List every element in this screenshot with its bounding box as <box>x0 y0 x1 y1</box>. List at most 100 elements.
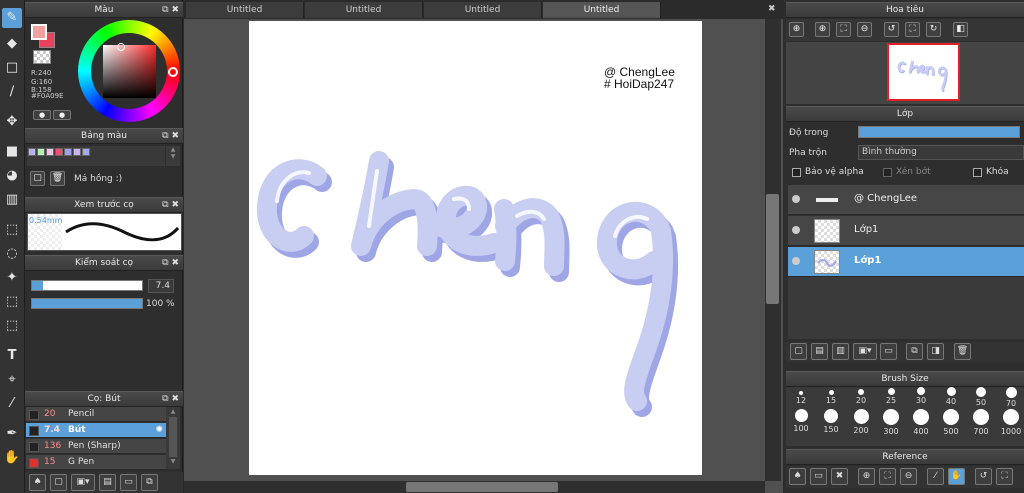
gradient-tool-icon[interactable]: ▥ <box>2 190 22 210</box>
document-tab[interactable]: Untitled <box>186 2 304 18</box>
brush-add-icon[interactable]: ♠ <box>29 474 46 491</box>
palette-swatch[interactable] <box>46 148 54 156</box>
add-layer-menu-icon[interactable]: ▣▾ <box>853 343 877 360</box>
document-tab-active[interactable]: Untitled <box>543 2 661 18</box>
brush-settings-icon[interactable]: ✺ <box>155 423 163 438</box>
brush-size-preset[interactable]: 70 <box>996 387 1024 408</box>
magic-wand-icon[interactable]: ✦ <box>2 268 22 288</box>
lock-checkbox[interactable] <box>973 168 982 177</box>
brush-size-slider[interactable] <box>31 280 143 291</box>
trash-icon[interactable]: 🗑 <box>50 171 65 186</box>
reference-add-icon[interactable]: ♠ <box>789 468 806 485</box>
drawing-canvas[interactable]: @ ChengLee # HoiDap247 <box>249 21 702 475</box>
move-tool-icon[interactable]: ✥ <box>2 112 22 132</box>
saturation-square[interactable] <box>103 45 156 98</box>
new-layer-8bit-icon[interactable]: ▤ <box>811 343 828 360</box>
palette-swatch[interactable] <box>82 148 90 156</box>
brush-edit-icon[interactable]: ▤ <box>99 474 116 491</box>
palette-swatch[interactable] <box>28 148 36 156</box>
reference-open-icon[interactable]: ▭ <box>810 468 827 485</box>
palette-swatch[interactable] <box>37 148 45 156</box>
layer-opacity-slider[interactable] <box>858 126 1020 138</box>
select-pen-icon[interactable]: ⬚ <box>2 292 22 312</box>
brush-size-preset[interactable]: 25 <box>876 387 906 405</box>
rect-select-icon[interactable]: ⬚ <box>2 220 22 240</box>
reference-rotate-icon[interactable]: ↺ <box>975 468 992 485</box>
blend-mode-select[interactable]: Bình thường <box>858 145 1024 160</box>
fill-rect-tool-icon[interactable]: ■ <box>2 142 22 162</box>
visibility-eye-icon[interactable] <box>792 226 800 234</box>
canvas-vertical-scrollbar[interactable] <box>765 19 781 481</box>
brush-size-preset[interactable]: 100 <box>786 409 816 433</box>
brush-size-preset[interactable]: 200 <box>846 409 876 435</box>
brush-folder-icon[interactable]: ▭ <box>120 474 137 491</box>
frame-tool-icon[interactable]: ⌖ <box>2 370 22 390</box>
fit-window-icon[interactable]: ⛶ <box>836 22 851 37</box>
brush-size-preset[interactable]: 20 <box>846 387 876 405</box>
clipping-checkbox[interactable] <box>883 168 892 177</box>
protect-alpha-checkbox[interactable] <box>792 168 801 177</box>
brush-list-item[interactable]: 136 Pen (Sharp) <box>26 439 166 454</box>
brush-size-preset[interactable]: 15 <box>816 387 846 405</box>
panel-controls-icon[interactable]: ⧉ ✖ <box>162 392 179 407</box>
reference-fit-icon[interactable]: ⛶ <box>879 468 896 485</box>
reference-zoom-out-icon[interactable]: ⊖ <box>900 468 917 485</box>
brush-list-item[interactable]: 7.4 Bút ✺ <box>26 423 166 438</box>
brush-size-preset[interactable]: 1000 <box>996 409 1024 436</box>
brush-size-value[interactable]: 7.4 <box>148 279 174 293</box>
new-layer-1bit-icon[interactable]: ▥ <box>832 343 849 360</box>
pen-tool-icon[interactable]: ✒ <box>2 424 22 444</box>
brush-size-preset[interactable]: 150 <box>816 409 846 434</box>
hue-cursor[interactable] <box>168 67 178 77</box>
text-tool-icon[interactable]: T <box>2 346 22 366</box>
foreground-swatch[interactable] <box>31 24 47 40</box>
duplicate-layer-icon[interactable]: ⧉ <box>906 343 923 360</box>
rotate-left-icon[interactable]: ↺ <box>884 22 899 37</box>
brush-size-preset[interactable]: 12 <box>786 387 816 405</box>
saturation-cursor[interactable] <box>117 43 125 51</box>
layer-folder-icon[interactable]: ▭ <box>880 343 897 360</box>
hand-tool-icon[interactable]: ✋ <box>2 448 22 468</box>
document-tab[interactable]: Untitled <box>424 2 542 18</box>
panel-controls-icon[interactable]: ⧉ ✖ <box>162 256 179 271</box>
transparent-swatch[interactable] <box>33 50 51 64</box>
select-eraser-icon[interactable]: ⬚ <box>2 316 22 336</box>
rect-tool-icon[interactable]: □ <box>2 58 22 78</box>
canvas-horizontal-scrollbar[interactable] <box>184 481 765 493</box>
new-layer-icon[interactable]: ▢ <box>790 343 807 360</box>
brush-size-preset[interactable]: 700 <box>966 409 996 436</box>
new-page-icon[interactable]: ▢ <box>30 171 45 186</box>
palette-swatch[interactable] <box>64 148 72 156</box>
brush-opacity-slider[interactable] <box>31 298 143 309</box>
color-mode-icon[interactable]: ● <box>33 110 51 120</box>
visibility-eye-icon[interactable] <box>792 257 800 265</box>
visibility-eye-icon[interactable] <box>792 195 800 203</box>
reference-fit-canvas-icon[interactable]: ⛶ <box>996 468 1013 485</box>
rotate-right-icon[interactable]: ↻ <box>926 22 941 37</box>
brush-tool-icon[interactable]: ✎ <box>2 8 22 28</box>
palette-scrollbar[interactable]: ▲ ▼ <box>166 146 180 166</box>
layer-row[interactable]: Lớp1 <box>788 247 1024 277</box>
fit-canvas-icon[interactable]: ⛶ <box>905 22 920 37</box>
brush-size-preset[interactable]: 400 <box>906 409 936 436</box>
reference-hand-icon[interactable]: ✋ <box>948 468 965 485</box>
merge-layer-icon[interactable]: ◨ <box>927 343 944 360</box>
delete-layer-icon[interactable]: 🗑 <box>954 343 971 360</box>
panel-controls-icon[interactable]: ⧉ ✖ <box>162 129 179 144</box>
palette-swatch[interactable] <box>55 148 63 156</box>
brush-list-item[interactable]: 20 Pencil <box>26 407 166 422</box>
navigator-thumbnail[interactable] <box>887 43 960 101</box>
flip-icon[interactable]: ◧ <box>953 22 968 37</box>
zoom-fit-icon[interactable]: ⊕ <box>789 22 804 37</box>
brush-duplicate-icon[interactable]: ⧉ <box>141 474 158 491</box>
layer-row[interactable]: @ ChengLee <box>788 185 1024 215</box>
brush-size-preset[interactable]: 50 <box>966 387 996 407</box>
brush-size-preset[interactable]: 30 <box>906 387 936 405</box>
zoom-in-icon[interactable]: ⊕ <box>815 22 830 37</box>
eraser-tool-icon[interactable]: ◆ <box>2 34 22 54</box>
brush-new-icon[interactable]: ▢ <box>50 474 67 491</box>
lasso-select-icon[interactable]: ◌ <box>2 244 22 264</box>
bucket-tool-icon[interactable]: ◕ <box>2 166 22 186</box>
reference-zoom-in-icon[interactable]: ⊕ <box>858 468 875 485</box>
brush-list-item[interactable]: 15 G Pen <box>26 455 166 470</box>
